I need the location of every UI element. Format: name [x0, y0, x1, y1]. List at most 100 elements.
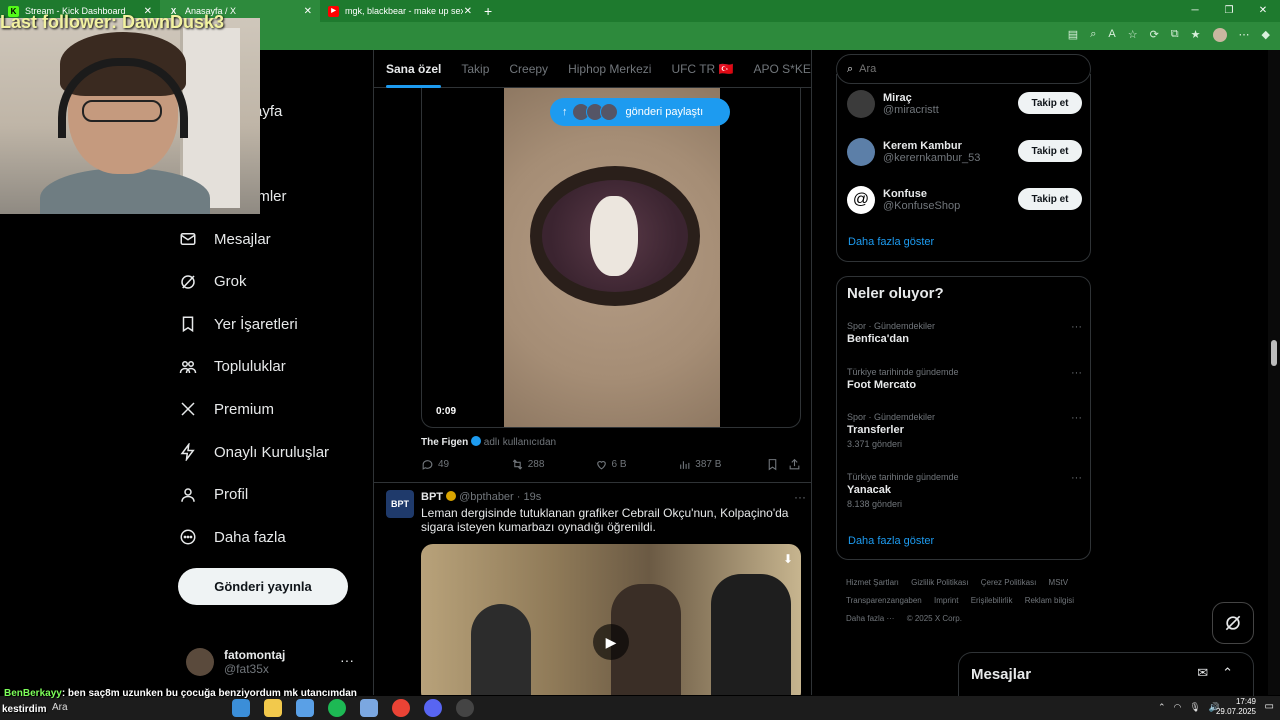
spotify-icon[interactable]	[328, 699, 346, 717]
play-icon[interactable]: ▶	[593, 624, 629, 660]
nav-item-more[interactable]: Daha fazla	[178, 516, 358, 559]
reply-button[interactable]: 49	[421, 458, 511, 471]
expand-icon[interactable]: ⌃	[1222, 665, 1233, 681]
more-icon[interactable]: ···	[1071, 412, 1082, 424]
repost-button[interactable]: 288	[511, 458, 595, 471]
discord-icon[interactable]	[424, 699, 442, 717]
nav-item-communities[interactable]: Topluluklar	[178, 346, 358, 389]
profile-avatar[interactable]	[1212, 28, 1227, 42]
tab-ufc-tr[interactable]: UFC TR 🇹🇷	[671, 62, 733, 76]
trends-card: Neler oluyor? Spor · Gündemdekiler Benfi…	[836, 276, 1091, 560]
download-icon[interactable]: ⬇	[783, 552, 793, 566]
minimize-button[interactable]: ─	[1178, 0, 1212, 22]
credit-name[interactable]: The Figen	[421, 437, 468, 448]
mic-icon[interactable]: 🎙	[1189, 702, 1200, 713]
extensions-icon[interactable]: ⧉	[1171, 28, 1179, 42]
new-tab-button[interactable]: +	[484, 3, 492, 19]
favorite-star-icon[interactable]: ☆	[1128, 28, 1138, 42]
follow-button[interactable]: Takip et	[1018, 92, 1082, 114]
nav-item-verified-orgs[interactable]: Onaylı Kuruluşlar	[178, 431, 358, 474]
window-controls: ─ ❐ ✕	[1178, 0, 1280, 22]
tweet-media[interactable]: ▶ ⬇	[421, 544, 801, 695]
read-aloud-icon[interactable]: A	[1108, 28, 1115, 42]
notification-icon[interactable]: ▭	[1265, 701, 1274, 712]
suggested-user[interactable]: @ Konfuse @KonfuseShop Takip et	[847, 180, 1082, 220]
obs-icon[interactable]	[456, 699, 474, 717]
favorites-icon[interactable]: ★	[1191, 28, 1201, 42]
browser-tab-youtube[interactable]: ▶ mgk, blackbear - make up sex ft. ✕	[320, 0, 480, 22]
refresh-icon[interactable]: ⟳	[1150, 28, 1159, 42]
new-posts-pill[interactable]: ↑ gönderi paylaştı	[550, 98, 730, 126]
suggested-user[interactable]: Miraç @miracristt Takip et	[847, 84, 1082, 124]
taskbar-search[interactable]: Ara	[52, 702, 68, 713]
close-window-button[interactable]: ✕	[1246, 0, 1280, 22]
edge-icon[interactable]	[232, 699, 250, 717]
account-name: fatomontaj	[224, 648, 286, 662]
chevron-up-icon[interactable]: ⌃	[1158, 702, 1166, 713]
account-switcher[interactable]: fatomontaj @fat35x ···	[186, 644, 362, 680]
taskbar-clock[interactable]: 17:49 29.07.2025	[1216, 697, 1256, 717]
footer-link[interactable]: Imprint	[934, 596, 958, 605]
tweet-author[interactable]: BPT	[421, 491, 443, 503]
more-icon[interactable]: ···	[1071, 321, 1082, 333]
suggested-user[interactable]: Kerem Kambur @kerernkambur_53 Takip et	[847, 132, 1082, 172]
trend-item[interactable]: Spor · Gündemdekiler Transferler 3.371 g…	[847, 412, 1082, 449]
tab-creepy[interactable]: Creepy	[509, 62, 548, 76]
bookmark-button[interactable]	[766, 458, 788, 471]
footer-link[interactable]: Gizlilik Politikası	[911, 578, 968, 587]
grok-button[interactable]	[1212, 602, 1254, 644]
tab-following[interactable]: Takip	[461, 62, 489, 76]
trend-item[interactable]: Türkiye tarihinde gündemde Yanacak 8.138…	[847, 472, 1082, 509]
wifi-icon[interactable]: ◠	[1173, 702, 1181, 713]
avatar[interactable]: BPT	[386, 490, 414, 518]
user-name: Miraç	[883, 92, 912, 104]
more-icon[interactable]: ···	[340, 652, 354, 668]
nav-item-profile[interactable]: Profil	[178, 473, 358, 516]
more-icon[interactable]: ···	[1071, 367, 1082, 379]
views-button[interactable]: 387 B	[678, 458, 766, 471]
zoom-icon[interactable]: ⌕	[1090, 28, 1096, 42]
like-button[interactable]: 6 B	[595, 458, 679, 471]
page-scrollbar[interactable]	[1268, 50, 1280, 695]
tweet-time[interactable]: · 19s	[517, 491, 541, 503]
trend-item[interactable]: Spor · Gündemdekiler Benfica'dan ···	[847, 321, 1082, 345]
copilot-icon[interactable]: ◆	[1262, 28, 1270, 42]
show-more-link[interactable]: Daha fazla göster	[848, 535, 934, 547]
share-button[interactable]	[788, 458, 801, 471]
calculator-icon[interactable]	[360, 699, 378, 717]
file-explorer-icon[interactable]	[264, 699, 282, 717]
close-icon[interactable]: ✕	[464, 6, 472, 17]
nav-item-premium[interactable]: Premium	[178, 388, 358, 431]
messages-drawer[interactable]: Mesajlar ✉ ⌃	[958, 652, 1254, 696]
chrome-icon[interactable]	[392, 699, 410, 717]
trend-item[interactable]: Türkiye tarihinde gündemde Foot Mercato …	[847, 367, 1082, 391]
footer-link[interactable]: Reklam bilgisi	[1025, 596, 1074, 605]
footer-link[interactable]: Daha fazla ···	[846, 614, 894, 623]
grok-icon	[178, 272, 198, 292]
video-time: 0:09	[436, 406, 457, 417]
maximize-button[interactable]: ❐	[1212, 0, 1246, 22]
follow-button[interactable]: Takip et	[1018, 140, 1082, 162]
more-icon[interactable]: ···	[794, 490, 806, 504]
scrollbar-thumb[interactable]	[1271, 340, 1277, 366]
post-button[interactable]: Gönderi yayınla	[178, 568, 348, 605]
nav-item-grok[interactable]: Grok	[178, 260, 358, 303]
more-icon[interactable]: ···	[1071, 472, 1082, 484]
nav-item-messages[interactable]: Mesajlar	[178, 218, 358, 261]
follow-button[interactable]: Takip et	[1018, 188, 1082, 210]
tab-for-you[interactable]: Sana özel	[386, 62, 442, 88]
new-message-icon[interactable]: ✉	[1197, 665, 1208, 681]
store-icon[interactable]	[296, 699, 314, 717]
tab-apo[interactable]: APO S*KEN	[754, 62, 812, 76]
menu-icon[interactable]: ⋯	[1239, 28, 1250, 42]
close-icon[interactable]: ✕	[304, 6, 312, 17]
reader-icon[interactable]: ▤	[1068, 28, 1078, 42]
footer-link[interactable]: Hizmet Şartları	[846, 578, 899, 587]
footer-link[interactable]: Çerez Politikası	[981, 578, 1037, 587]
footer-link[interactable]: Erişilebilirlik	[971, 596, 1013, 605]
tab-hiphop[interactable]: Hiphop Merkezi	[568, 62, 651, 76]
show-more-link[interactable]: Daha fazla göster	[848, 236, 934, 248]
tweet-handle[interactable]: @bpthaber	[459, 491, 514, 503]
video-player[interactable]: ↑ gönderi paylaştı 0:09	[421, 88, 801, 428]
nav-item-bookmarks[interactable]: Yer İşaretleri	[178, 303, 358, 346]
